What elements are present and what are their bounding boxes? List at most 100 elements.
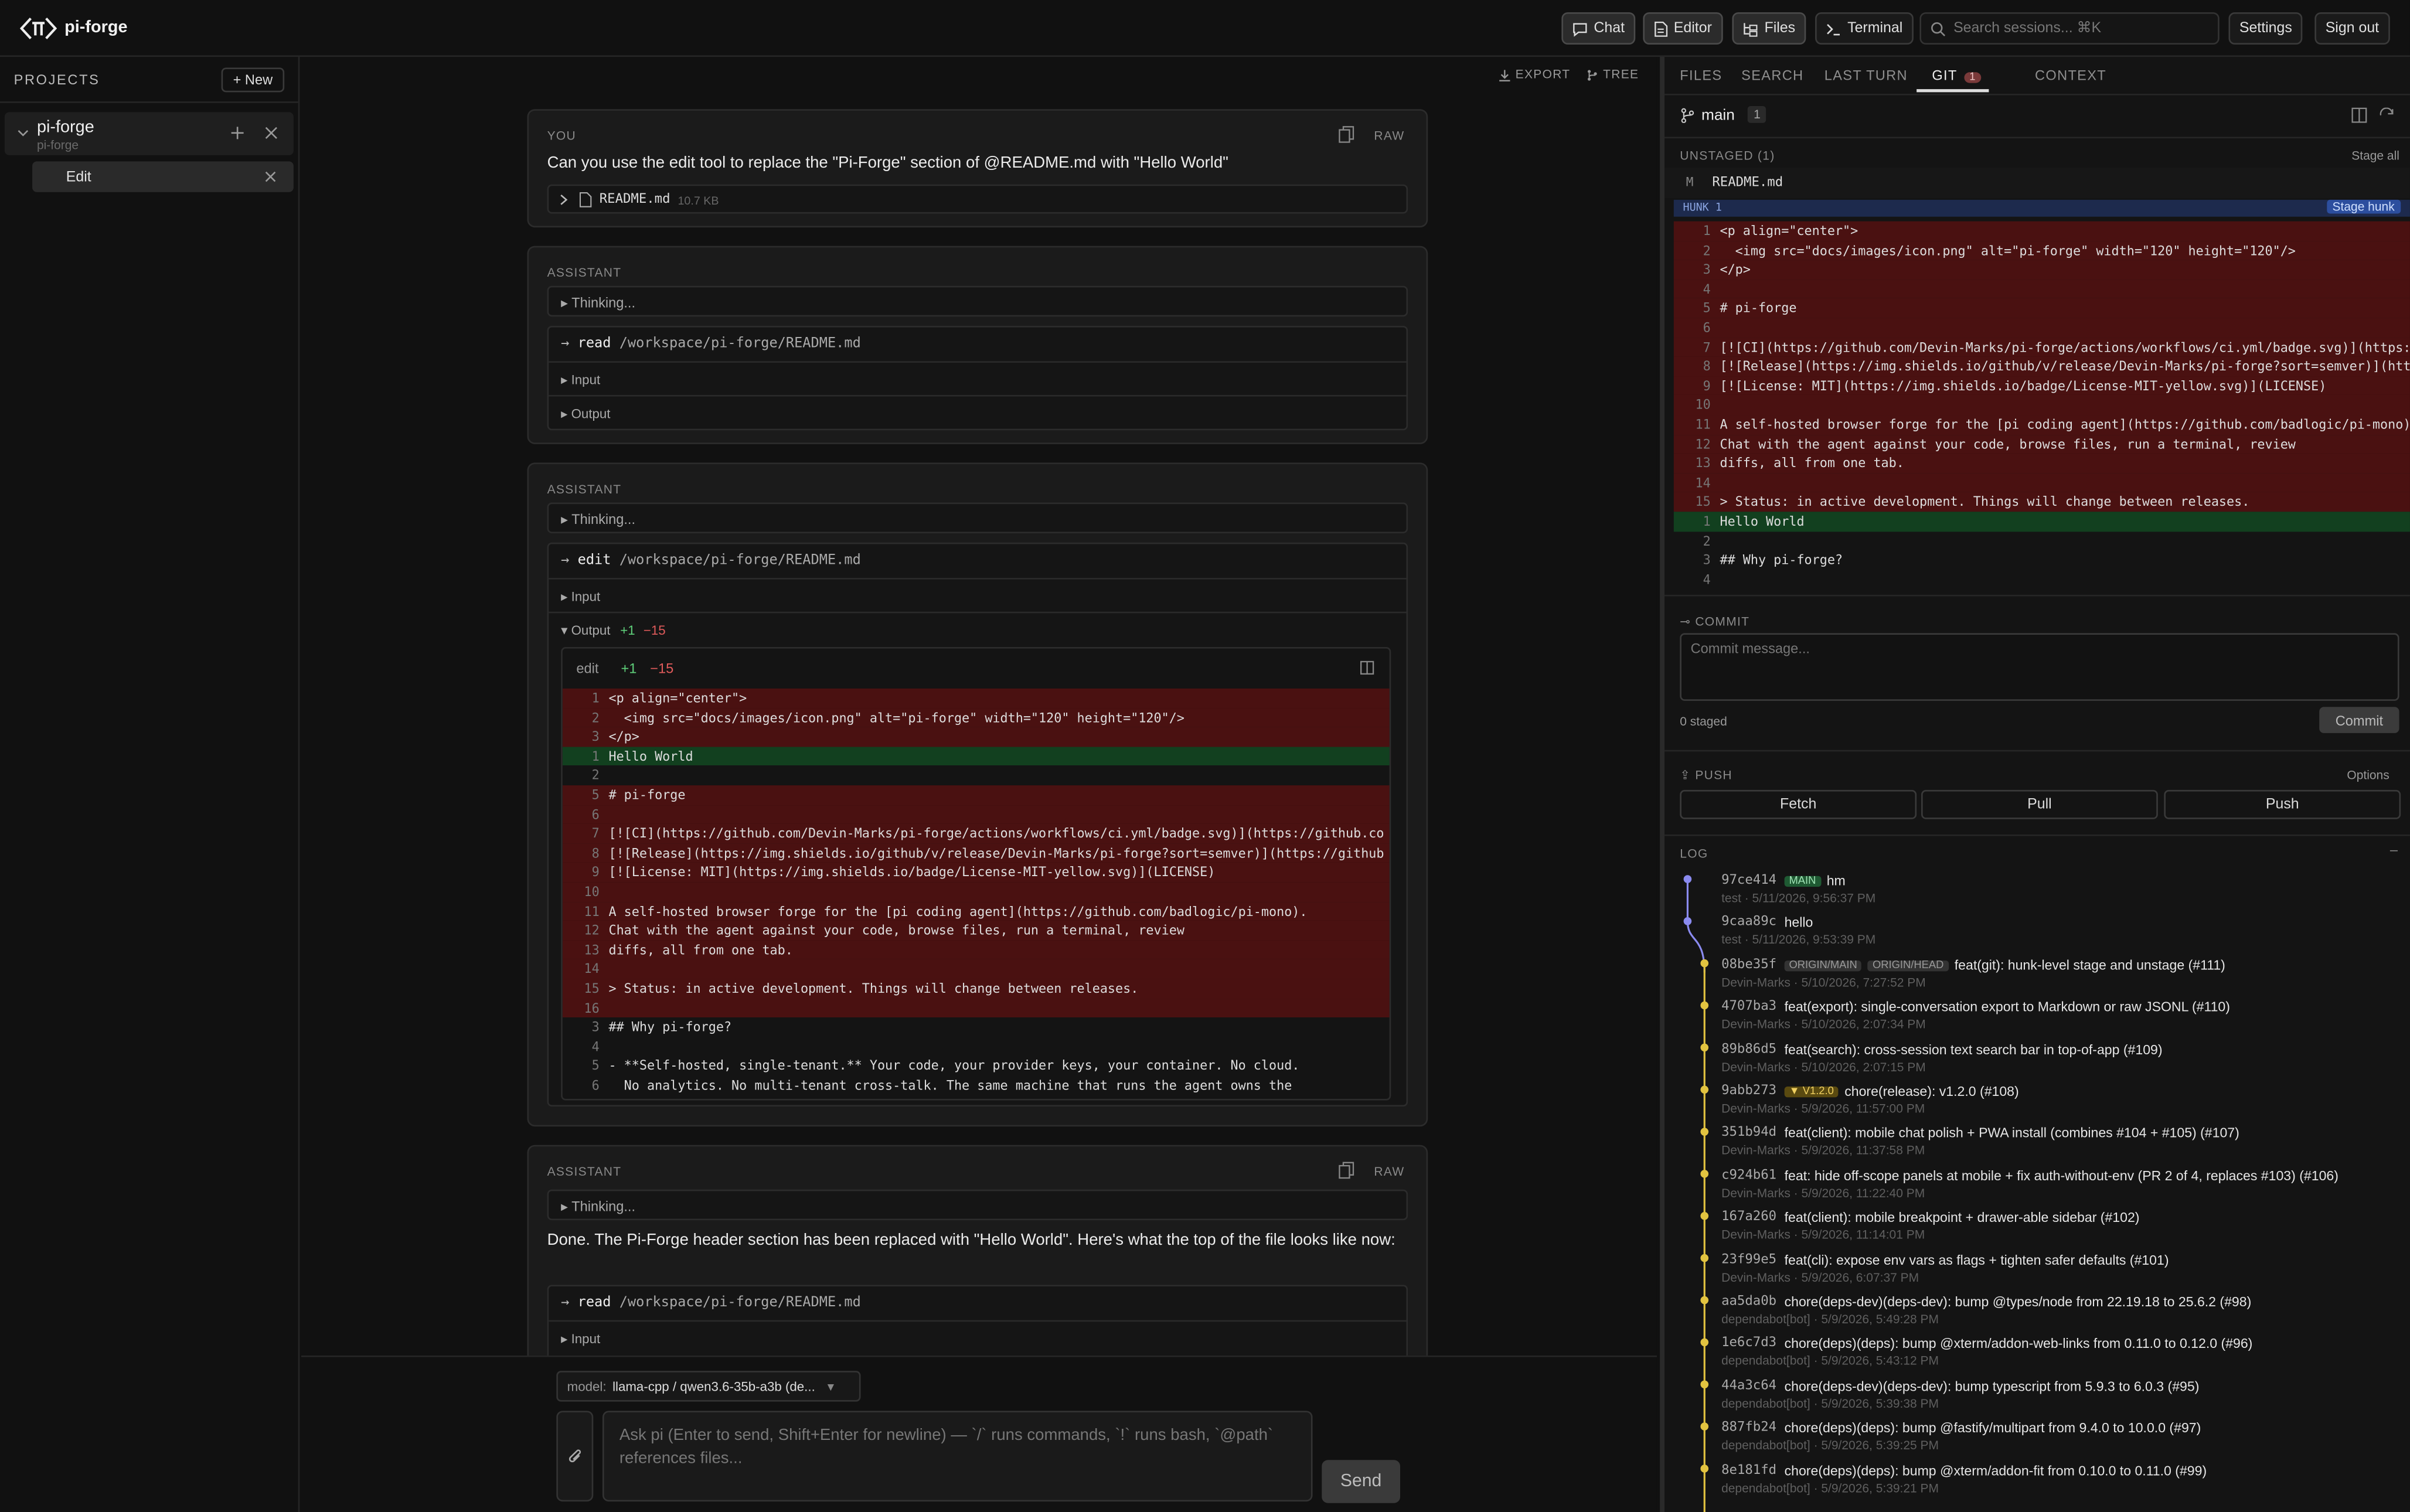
editor-view-button[interactable]: Editor bbox=[1643, 12, 1723, 45]
split-view-icon[interactable] bbox=[2351, 107, 2367, 123]
branch-name[interactable]: main bbox=[1701, 108, 1735, 125]
push-options-button[interactable]: Options bbox=[2347, 768, 2389, 782]
commit-row[interactable]: 23f99e5 feat(cli): expose env vars as fla… bbox=[1721, 1252, 2398, 1293]
raw-toggle[interactable]: RAW bbox=[1374, 129, 1404, 143]
copy-icon[interactable] bbox=[1339, 126, 1354, 143]
tab-files[interactable]: FILES bbox=[1680, 67, 1722, 83]
push-heading: ⇪ PUSH bbox=[1680, 768, 1732, 782]
tool-name: read bbox=[577, 336, 611, 352]
line-number: 7 bbox=[591, 825, 600, 841]
tool-call-read: → read /workspace/pi-forge/README.md ▸ I… bbox=[547, 325, 1408, 431]
commit-button[interactable]: Commit bbox=[2319, 707, 2399, 733]
tool-output-toggle[interactable]: ▾ Output +1 −15 bbox=[561, 622, 665, 639]
commit-meta: Devin-Marks · 5/10/2026, 2:07:34 PM bbox=[1721, 1017, 1926, 1032]
arrow-right-icon: → bbox=[561, 336, 570, 352]
project-path: pi-forge bbox=[36, 138, 79, 152]
tab-search[interactable]: SEARCH bbox=[1741, 67, 1803, 83]
commit-row[interactable]: 9caa89c hello test · 5/11/2026, 9:53:39 PM bbox=[1721, 915, 2398, 956]
commit-row[interactable]: 887fb24 chore(deps)(deps): bump @fastify/… bbox=[1721, 1421, 2398, 1462]
stage-hunk-button[interactable]: Stage hunk bbox=[2326, 199, 2401, 214]
commit-row[interactable]: 4707ba3 feat(export): single-conversation… bbox=[1721, 999, 2398, 1041]
message-input[interactable]: Ask pi (Enter to send, Shift+Enter for n… bbox=[602, 1411, 1313, 1502]
changed-file-row[interactable]: M README.md bbox=[1664, 167, 2410, 199]
tool-input-toggle[interactable]: ▸ Input bbox=[561, 1331, 600, 1348]
commit-row[interactable]: 8e181fd chore(deps)(deps): bump @xterm/ad… bbox=[1721, 1462, 2398, 1504]
settings-button[interactable]: Settings bbox=[2228, 12, 2303, 45]
line-number: 1 bbox=[591, 690, 600, 706]
folder-tree-icon bbox=[1744, 22, 1758, 36]
commit-row[interactable]: 97ce414 MAIN hm test · 5/11/2026, 9:56:37 P… bbox=[1721, 873, 2398, 915]
commit-row[interactable]: 351b94d feat(client): mobile chat polish … bbox=[1721, 1126, 2398, 1167]
files-view-button[interactable]: Files bbox=[1732, 12, 1806, 45]
commit-row[interactable]: aa5da0b chore(deps-dev)(deps-dev): bump @… bbox=[1721, 1294, 2398, 1336]
commit-row[interactable]: 44a3c64 chore(deps-dev)(deps-dev): bump t… bbox=[1721, 1378, 2398, 1420]
tree-button[interactable]: TREE bbox=[1586, 67, 1639, 81]
model-selector[interactable]: model: llama-cpp / qwen3.6-35b-a3b (de..… bbox=[556, 1371, 861, 1402]
raw-toggle[interactable]: RAW bbox=[1374, 1165, 1404, 1179]
line-number: 8 bbox=[1703, 358, 1711, 374]
chevron-down-icon[interactable] bbox=[17, 129, 29, 138]
input-label: Input bbox=[571, 588, 601, 604]
tab-git[interactable]: GIT 1 bbox=[1932, 67, 1981, 83]
divider bbox=[1664, 137, 2410, 139]
thinking-block[interactable]: ▸ Thinking... bbox=[547, 1189, 1408, 1221]
fetch-button[interactable]: Fetch bbox=[1680, 789, 1917, 819]
commit-row[interactable]: 167a260 feat(client): mobile breakpoint +… bbox=[1721, 1210, 2398, 1251]
commit-meta: dependabot[bot] · 5/9/2026, 5:39:25 PM bbox=[1721, 1439, 1939, 1453]
line-code: No analytics. No multi-tenant cross-talk… bbox=[608, 1077, 1292, 1093]
diff-line-removed: 16 bbox=[562, 998, 1390, 1018]
sign-out-button[interactable]: Sign out bbox=[2314, 12, 2390, 45]
tool-call-header[interactable]: → read /workspace/pi-forge/README.md bbox=[561, 336, 861, 352]
commit-row[interactable]: 9abb273 ▼ V1.2.0 chore(release): v1.2.0 (#… bbox=[1721, 1084, 2398, 1125]
tool-output-toggle[interactable]: ▸ Output bbox=[561, 406, 610, 423]
commit-message-text: chore(deps-dev)(deps-dev): bump @types/n… bbox=[1784, 1294, 2252, 1310]
send-button[interactable]: Send bbox=[1322, 1460, 1401, 1503]
export-button[interactable]: EXPORT bbox=[1499, 67, 1571, 81]
commit-row[interactable]: 89b86d5 feat(search): cross-session text … bbox=[1721, 1041, 2398, 1083]
diff-line-removed: 15 > Status: in active development. Thing… bbox=[562, 979, 1390, 999]
commit-row[interactable]: 1e6c7d3 chore(deps)(deps): bump @xterm/ad… bbox=[1721, 1336, 2398, 1378]
tool-input-toggle[interactable]: ▸ Input bbox=[561, 588, 600, 605]
tab-context[interactable]: CONTEXT bbox=[2035, 67, 2106, 83]
terminal-view-button[interactable]: Terminal bbox=[1815, 12, 1914, 45]
tab-last-turn[interactable]: LAST TURN bbox=[1824, 67, 1908, 83]
split-view-icon[interactable] bbox=[1360, 660, 1374, 675]
commit-row[interactable]: c924b61 feat: hide off-scope panels at mo… bbox=[1721, 1167, 2398, 1209]
diff-line-removed: 8 [![Release](https://img.shields.io/gith… bbox=[562, 843, 1390, 863]
refresh-icon[interactable] bbox=[2379, 107, 2394, 123]
tool-call-header[interactable]: → read /workspace/pi-forge/README.md bbox=[561, 1296, 861, 1311]
pull-button[interactable]: Pull bbox=[1921, 789, 2158, 819]
input-label: Input bbox=[571, 1330, 601, 1347]
attach-button[interactable] bbox=[556, 1411, 594, 1502]
push-button[interactable]: Push bbox=[2164, 789, 2401, 819]
commit-meta: dependabot[bot] · 5/9/2026, 5:39:21 PM bbox=[1721, 1480, 1939, 1495]
add-session-icon[interactable] bbox=[230, 126, 244, 140]
commit-meta: Devin-Marks · 5/9/2026, 6:07:37 PM bbox=[1721, 1270, 1919, 1285]
line-number: 9 bbox=[591, 864, 600, 880]
active-tab-indicator bbox=[1917, 89, 1989, 93]
new-project-button[interactable]: + New bbox=[221, 67, 285, 93]
commit-row[interactable]: 08be35f ORIGIN/MAIN ORIGIN/HEAD feat(git): … bbox=[1721, 957, 2398, 999]
thinking-block[interactable]: ▸ Thinking... bbox=[547, 285, 1408, 317]
chat-view-button[interactable]: Chat bbox=[1561, 12, 1636, 45]
stage-all-button[interactable]: Stage all bbox=[2351, 149, 2399, 163]
arrow-right-icon: → bbox=[561, 1295, 570, 1311]
attachment-chip[interactable]: README.md 10.7 KB bbox=[547, 184, 1408, 214]
session-search-input[interactable]: Search sessions... ⌘K bbox=[1919, 12, 2220, 45]
commit-message-text: hello bbox=[1784, 915, 1813, 931]
line-code: [![CI](https://github.com/Devin-Marks/pi… bbox=[1720, 339, 2410, 355]
session-item-edit[interactable]: Edit bbox=[32, 161, 294, 192]
commit-message-input[interactable]: Commit message... bbox=[1680, 633, 2399, 701]
tab-git-label: GIT bbox=[1932, 67, 1958, 83]
tool-input-toggle[interactable]: ▸ Input bbox=[561, 372, 600, 389]
thinking-text: Thinking... bbox=[571, 1198, 636, 1214]
line-number: 16 bbox=[584, 1000, 600, 1016]
close-project-icon[interactable] bbox=[264, 126, 278, 140]
collapse-log-button[interactable]: – bbox=[2390, 842, 2398, 857]
close-session-icon[interactable] bbox=[264, 171, 277, 183]
thinking-block[interactable]: ▸ Thinking... bbox=[547, 502, 1408, 533]
copy-icon[interactable] bbox=[1339, 1162, 1354, 1179]
project-item-pi-forge[interactable]: pi-forge pi-forge bbox=[4, 112, 294, 155]
divider bbox=[1664, 594, 2410, 597]
tool-call-header[interactable]: → edit /workspace/pi-forge/README.md bbox=[561, 553, 861, 568]
